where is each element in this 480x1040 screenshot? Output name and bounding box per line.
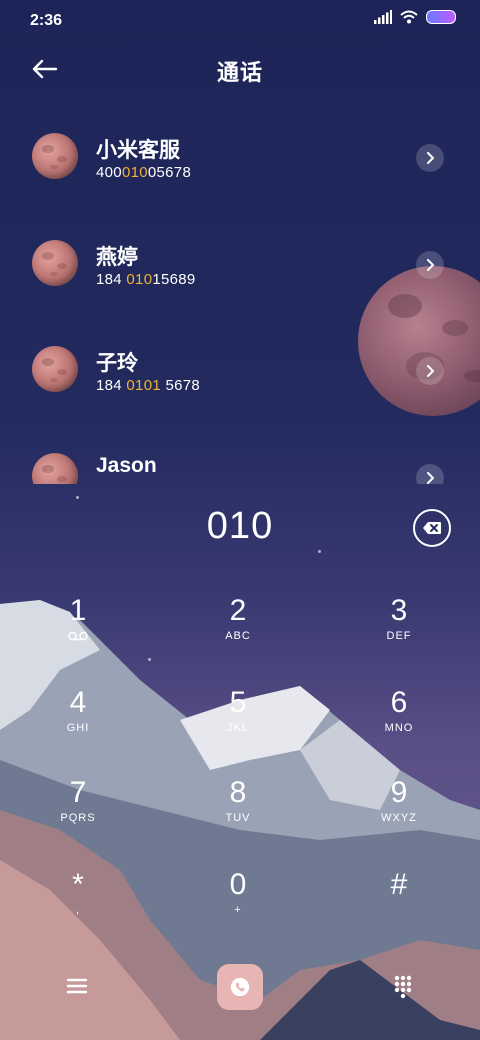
voicemail-icon [68, 631, 88, 641]
contact-number: 184 0101 5678 [96, 377, 201, 394]
contact-number: 40001005678 [96, 164, 192, 181]
phone-icon [230, 977, 250, 997]
status-time: 2:36 [30, 12, 63, 29]
contact-name: Jason [96, 454, 157, 477]
call-button[interactable] [217, 964, 263, 1010]
key-2[interactable]: 2 ABC [168, 594, 308, 674]
key-hash[interactable]: # [329, 868, 469, 948]
key-1[interactable]: 1 [8, 594, 148, 674]
contact-name: 子玲 [96, 352, 138, 375]
status-bar: 2:36 [0, 0, 480, 40]
key-7[interactable]: 7 PQRS [8, 776, 148, 856]
avatar [32, 453, 78, 484]
key-0[interactable]: 0 + [168, 868, 308, 948]
chevron-right-icon[interactable] [416, 144, 444, 172]
key-3[interactable]: 3 DEF [329, 594, 469, 674]
contact-row[interactable]: 小米客服 40001005678 [0, 100, 480, 200]
key-8[interactable]: 8 TUV [168, 776, 308, 856]
status-icons [374, 10, 456, 24]
contact-number: 184 01015689 [96, 271, 196, 288]
dial-input[interactable]: 010 [0, 505, 480, 548]
contact-row[interactable]: 燕婷 184 01015689 [0, 207, 480, 307]
battery-icon [426, 10, 456, 24]
chevron-right-icon[interactable] [416, 251, 444, 279]
page-title: 通话 [216, 60, 263, 85]
dialpad-icon[interactable] [390, 973, 416, 999]
star-decoration [318, 550, 321, 553]
contact-name: 小米客服 [96, 139, 180, 162]
key-star[interactable]: * , [8, 868, 148, 948]
signal-icon [374, 10, 392, 24]
phone-screen: 2:36 通话 小米客服 40001005678 燕婷 184 01015689… [0, 0, 480, 1040]
contact-name: 燕婷 [96, 246, 138, 269]
key-9[interactable]: 9 WXYZ [329, 776, 469, 856]
wifi-icon [400, 10, 418, 24]
avatar [32, 133, 78, 179]
avatar [32, 346, 78, 392]
key-6[interactable]: 6 MNO [329, 686, 469, 766]
contact-list: 小米客服 40001005678 燕婷 184 01015689 子玲 184 … [0, 100, 480, 484]
chevron-right-icon[interactable] [416, 464, 444, 484]
avatar [32, 240, 78, 286]
contact-row[interactable]: 子玲 184 0101 5678 [0, 313, 480, 413]
star-decoration [76, 496, 79, 499]
key-4[interactable]: 4 GHI [8, 686, 148, 766]
chevron-right-icon[interactable] [416, 357, 444, 385]
key-5[interactable]: 5 JKL [168, 686, 308, 766]
menu-icon[interactable] [64, 973, 90, 999]
backspace-icon[interactable] [413, 509, 451, 547]
contact-row[interactable]: Jason [0, 420, 480, 484]
